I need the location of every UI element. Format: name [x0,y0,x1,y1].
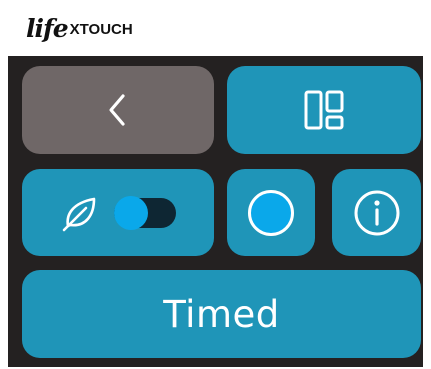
layout-button[interactable] [227,66,421,154]
eco-mode-button[interactable] [22,169,214,256]
app-screen: life XTOUCH Timed [0,0,431,369]
leaf-icon [62,197,96,231]
brand-script-text: life [26,13,69,43]
chevron-left-icon [109,94,125,126]
layout-panels-icon [304,90,344,130]
timed-mode-label: Timed [163,292,280,336]
status-button[interactable] [227,169,315,256]
eco-toggle-knob [114,195,148,230]
back-button[interactable] [22,66,214,154]
filled-circle-icon [248,189,294,236]
eco-toggle[interactable] [114,195,176,230]
brand-wordmark: XTOUCH [69,20,133,38]
info-icon [354,190,399,235]
brand-logo: life XTOUCH [26,8,133,48]
timed-mode-button[interactable]: Timed [22,270,421,358]
info-button[interactable] [332,169,421,256]
control-panel: Timed [8,56,423,367]
